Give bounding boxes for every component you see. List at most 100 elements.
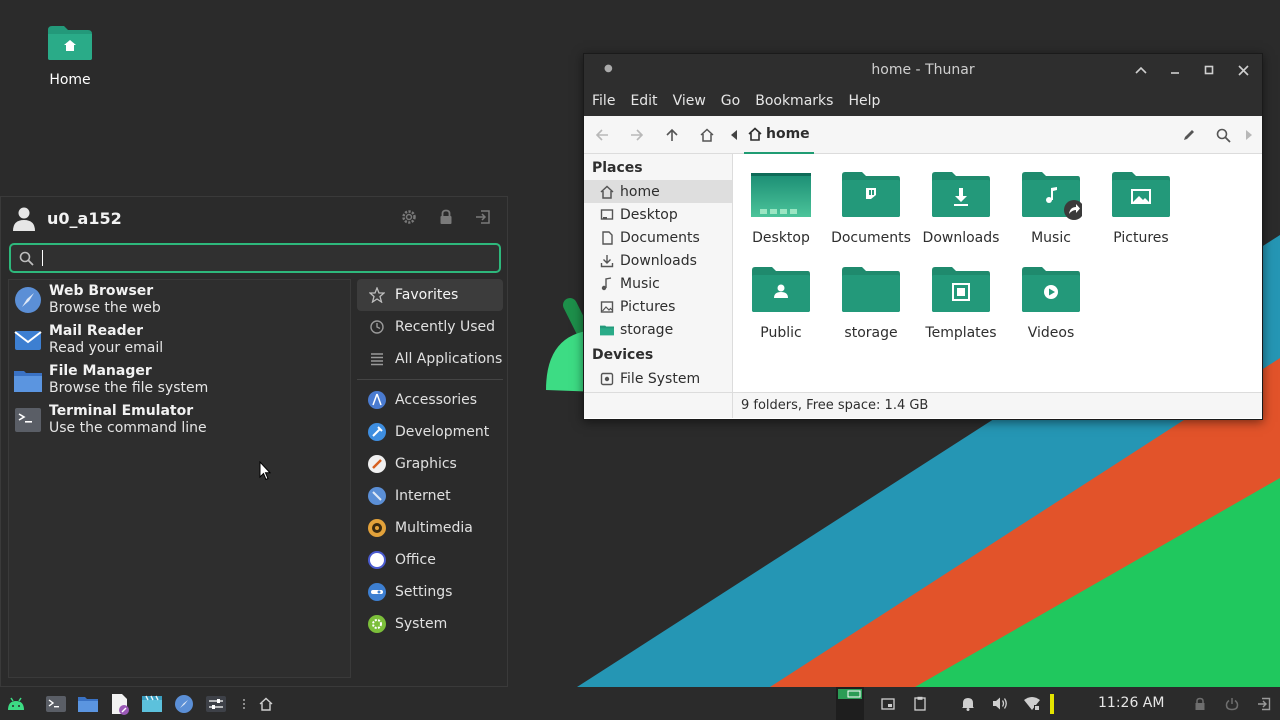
shade-button[interactable] bbox=[1132, 61, 1150, 79]
menu-bookmarks[interactable]: Bookmarks bbox=[755, 93, 833, 109]
music-icon bbox=[600, 276, 614, 291]
office-icon bbox=[367, 550, 387, 570]
clipboard-button[interactable] bbox=[908, 687, 932, 720]
launcher-text-editor[interactable] bbox=[104, 687, 136, 720]
folder-item-documents[interactable]: Documents bbox=[826, 170, 916, 246]
settings-gear-icon[interactable] bbox=[401, 209, 417, 225]
username: u0_a152 bbox=[47, 208, 122, 228]
sidebar-item-documents[interactable]: Documents bbox=[584, 226, 732, 249]
launcher-file-manager[interactable] bbox=[72, 687, 104, 720]
menu-file[interactable]: File bbox=[592, 93, 615, 109]
folder-view[interactable]: Desktop Documents Downloads Music Pictur… bbox=[733, 154, 1262, 392]
thunar-window[interactable]: ● home - Thunar File Edit View Go Bookma… bbox=[583, 53, 1263, 420]
window-menu-icon[interactable]: ● bbox=[604, 63, 613, 74]
back-button[interactable] bbox=[584, 116, 619, 154]
close-button[interactable] bbox=[1234, 61, 1252, 79]
sidebar-item-downloads[interactable]: Downloads bbox=[584, 249, 732, 272]
notifications-button[interactable] bbox=[956, 687, 980, 720]
category-office[interactable]: Office bbox=[357, 544, 503, 576]
home-icon bbox=[748, 126, 762, 141]
path-scroll-left-button[interactable] bbox=[724, 116, 744, 154]
clock[interactable]: 11:26 AM bbox=[1098, 687, 1164, 720]
sidebar-item-file-system[interactable]: File System bbox=[584, 367, 732, 390]
taskbar-thunar-button[interactable] bbox=[256, 687, 276, 720]
text-caret bbox=[42, 250, 43, 266]
folder-item-downloads[interactable]: Downloads bbox=[916, 170, 1006, 246]
sidebar-item-storage[interactable]: storage bbox=[584, 318, 732, 341]
desktop-home-icon[interactable]: Home bbox=[36, 24, 104, 88]
pictures-folder-icon bbox=[1112, 172, 1170, 217]
category-system[interactable]: System bbox=[357, 608, 503, 640]
chevron-up-icon bbox=[1135, 66, 1147, 74]
folder-item-pictures[interactable]: Pictures bbox=[1096, 170, 1186, 246]
battery-indicator[interactable] bbox=[1044, 687, 1060, 720]
devices-header: Devices bbox=[592, 347, 654, 363]
category-all-applications[interactable]: All Applications bbox=[357, 343, 503, 375]
folder-item-desktop[interactable]: Desktop bbox=[736, 170, 826, 246]
launcher-web-browser[interactable] bbox=[168, 687, 200, 720]
folder-item-music[interactable]: Music bbox=[1006, 170, 1096, 246]
lock-icon[interactable] bbox=[439, 209, 453, 225]
minimize-button[interactable] bbox=[1166, 61, 1184, 79]
maximize-button[interactable] bbox=[1200, 61, 1218, 79]
lock-screen-button[interactable] bbox=[1188, 687, 1212, 720]
log-out-button[interactable] bbox=[1252, 687, 1276, 720]
network-button[interactable] bbox=[1020, 687, 1044, 720]
search-button[interactable] bbox=[1208, 116, 1238, 154]
app-item-file-manager[interactable]: File Manager Browse the file system bbox=[9, 360, 350, 400]
path-button-home[interactable]: home bbox=[744, 116, 814, 154]
launcher-settings-manager[interactable] bbox=[200, 687, 232, 720]
launcher-terminal[interactable] bbox=[40, 687, 72, 720]
public-folder-icon bbox=[752, 267, 810, 312]
accessories-icon bbox=[367, 390, 387, 410]
parent-folder-button[interactable] bbox=[654, 116, 689, 154]
speaker-icon bbox=[992, 697, 1007, 710]
log-out-icon[interactable] bbox=[475, 209, 491, 225]
forward-button[interactable] bbox=[619, 116, 654, 154]
workspace-switcher[interactable] bbox=[836, 687, 864, 720]
category-label: Graphics bbox=[395, 456, 457, 472]
category-internet[interactable]: Internet bbox=[357, 480, 503, 512]
app-item-mail-reader[interactable]: Mail Reader Read your email bbox=[9, 320, 350, 360]
sidebar-item-music[interactable]: Music bbox=[584, 272, 732, 295]
launcher-media-player[interactable] bbox=[136, 687, 168, 720]
category-recently-used[interactable]: Recently Used bbox=[357, 311, 503, 343]
terminal-icon bbox=[46, 695, 66, 712]
home-button[interactable] bbox=[689, 116, 724, 154]
menu-help[interactable]: Help bbox=[848, 93, 880, 109]
sidebar-item-pictures[interactable]: Pictures bbox=[584, 295, 732, 318]
sidebar-item-label: Desktop bbox=[620, 206, 678, 223]
category-development[interactable]: Development bbox=[357, 416, 503, 448]
category-multimedia[interactable]: Multimedia bbox=[357, 512, 503, 544]
places-header: Places bbox=[592, 160, 643, 176]
folder-item-public[interactable]: Public bbox=[736, 265, 826, 341]
menu-go[interactable]: Go bbox=[721, 93, 740, 109]
search-input[interactable] bbox=[9, 243, 501, 273]
category-settings[interactable]: Settings bbox=[357, 576, 503, 608]
category-label: Office bbox=[395, 552, 436, 568]
sidebar-item-home[interactable]: home bbox=[584, 180, 732, 203]
folder-item-videos[interactable]: Videos bbox=[1006, 265, 1096, 341]
panel-handle[interactable] bbox=[232, 687, 256, 720]
menu-view[interactable]: View bbox=[673, 93, 706, 109]
edit-location-button[interactable] bbox=[1174, 116, 1204, 154]
app-item-terminal-emulator[interactable]: Terminal Emulator Use the command line bbox=[9, 400, 350, 440]
path-scroll-right-button[interactable] bbox=[1242, 116, 1256, 154]
category-label: Internet bbox=[395, 488, 451, 504]
show-desktop-button[interactable] bbox=[876, 687, 900, 720]
category-accessories[interactable]: Accessories bbox=[357, 384, 503, 416]
volume-button[interactable] bbox=[988, 687, 1012, 720]
arrow-right-icon bbox=[630, 128, 643, 141]
app-item-web-browser[interactable]: Web Browser Browse the web bbox=[9, 280, 350, 320]
applications-menu-button[interactable] bbox=[0, 687, 32, 720]
category-graphics[interactable]: Graphics bbox=[357, 448, 503, 480]
development-icon bbox=[367, 422, 387, 442]
titlebar[interactable]: ● home - Thunar bbox=[584, 54, 1262, 86]
category-favorites[interactable]: Favorites bbox=[357, 279, 503, 311]
folder-item-templates[interactable]: Templates bbox=[916, 265, 1006, 341]
search-icon bbox=[19, 251, 34, 266]
menu-edit[interactable]: Edit bbox=[630, 93, 657, 109]
power-button[interactable] bbox=[1220, 687, 1244, 720]
folder-item-storage[interactable]: storage bbox=[826, 265, 916, 341]
sidebar-item-desktop[interactable]: Desktop bbox=[584, 203, 732, 226]
